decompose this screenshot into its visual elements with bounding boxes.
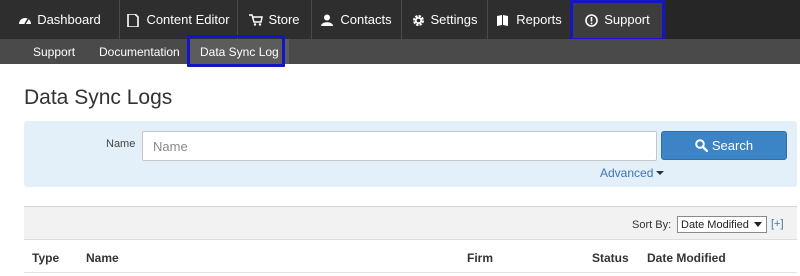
tab-label: Settings bbox=[430, 12, 478, 27]
name-input[interactable] bbox=[142, 131, 657, 161]
sub-nav: Support Documentation Data Sync Log bbox=[0, 39, 800, 64]
sort-by-label: Sort By: bbox=[632, 219, 672, 231]
table-header-divider bbox=[24, 272, 797, 273]
tab-reports[interactable]: Reports bbox=[488, 0, 572, 39]
column-header-type[interactable]: Type bbox=[32, 251, 59, 265]
tab-label: Support bbox=[604, 12, 650, 27]
support-icon bbox=[585, 13, 599, 27]
name-label: Name bbox=[106, 138, 136, 150]
tab-store[interactable]: Store bbox=[238, 0, 312, 39]
tab-label: Reports bbox=[516, 12, 562, 27]
tab-dashboard[interactable]: Dashboard bbox=[0, 0, 120, 39]
caret-down-icon bbox=[656, 171, 665, 175]
sort-by-select[interactable]: Date Modified bbox=[677, 216, 767, 233]
tab-label: Store bbox=[268, 12, 300, 27]
tab-content-editor[interactable]: Content Editor bbox=[120, 0, 238, 39]
contacts-icon bbox=[321, 14, 335, 26]
subnav-item-data-sync-log[interactable]: Data Sync Log bbox=[190, 39, 289, 64]
dashboard-icon bbox=[18, 14, 32, 26]
search-icon bbox=[695, 139, 708, 152]
advanced-label: Advanced bbox=[600, 166, 654, 180]
tab-contacts[interactable]: Contacts bbox=[312, 0, 402, 39]
page-title: Data Sync Logs bbox=[24, 86, 173, 109]
subnav-item-documentation[interactable]: Documentation bbox=[99, 39, 180, 64]
column-header-status[interactable]: Status bbox=[592, 251, 629, 265]
search-button-label: Search bbox=[711, 138, 754, 153]
search-button[interactable]: Search bbox=[661, 131, 787, 160]
gear-icon bbox=[412, 14, 426, 26]
tab-settings[interactable]: Settings bbox=[402, 0, 488, 39]
column-header-name[interactable]: Name bbox=[86, 251, 119, 265]
reports-icon bbox=[497, 14, 511, 26]
top-nav: Dashboard Content Editor Store Contacts … bbox=[0, 0, 800, 39]
document-icon bbox=[127, 13, 141, 27]
column-header-firm[interactable]: Firm bbox=[467, 251, 493, 265]
subnav-item-support[interactable]: Support bbox=[33, 39, 75, 64]
tab-label: Contacts bbox=[340, 12, 392, 27]
dropdown-arrow-icon bbox=[754, 222, 762, 227]
cart-icon bbox=[249, 13, 264, 26]
sort-selected-value: Date Modified bbox=[681, 218, 749, 231]
tab-label: Dashboard bbox=[37, 12, 101, 27]
tab-support[interactable]: Support bbox=[572, 0, 664, 39]
tab-label: Content Editor bbox=[146, 12, 230, 27]
column-header-date-modified[interactable]: Date Modified bbox=[647, 251, 726, 265]
advanced-link[interactable]: Advanced bbox=[600, 166, 665, 180]
add-sort-link[interactable]: [+] bbox=[771, 218, 784, 230]
